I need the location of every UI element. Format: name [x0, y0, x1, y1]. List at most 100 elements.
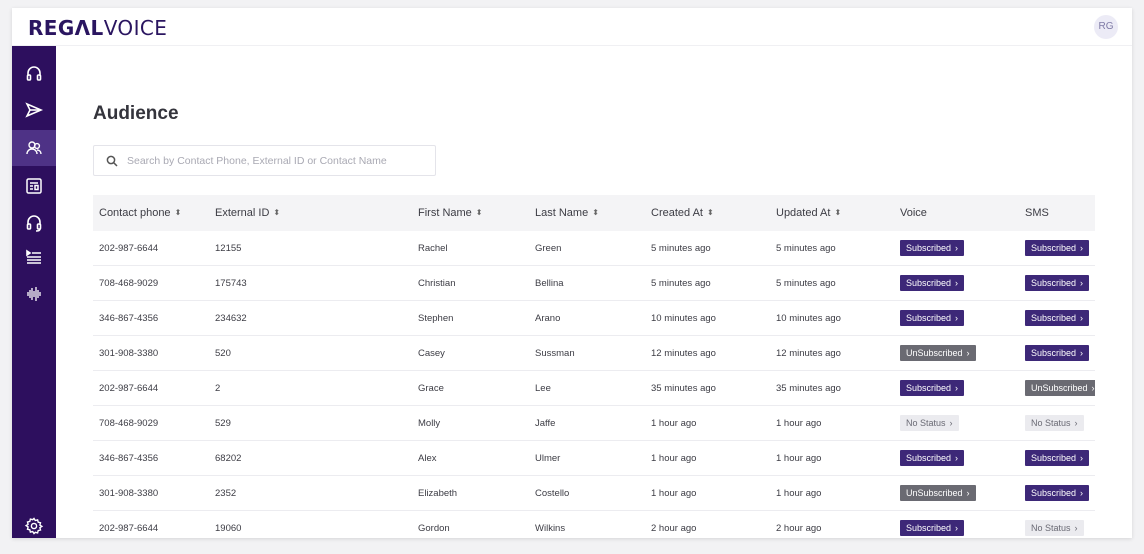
cell-sms: UnSubscribed › — [1025, 371, 1095, 406]
cell-updated-at: 1 hour ago — [776, 488, 822, 499]
table-row[interactable]: 708-468-9029 175743 Christian Bellina 5 minu… — [93, 266, 1095, 301]
column-header-label: Updated At — [776, 207, 831, 219]
cell-sms: Subscribed › — [1025, 301, 1090, 336]
chevron-right-icon: › — [1080, 348, 1084, 359]
nav-audience[interactable] — [12, 130, 56, 166]
sms-status-badge[interactable]: Subscribed › — [1025, 275, 1090, 292]
chevron-right-icon: › — [1074, 523, 1078, 534]
cell-first-name: Alex — [418, 453, 437, 464]
cell-external-id: 520 — [215, 348, 231, 359]
cell-first-name: Grace — [418, 383, 444, 394]
sms-status-badge[interactable]: No Status › — [1025, 520, 1084, 537]
cell-contact-phone: 301-908-3380 — [99, 348, 159, 359]
column-header-label: Created At — [651, 207, 703, 219]
column-header-label: Last Name — [535, 207, 589, 219]
cell-last-name: Wilkins — [535, 523, 566, 534]
column-header-label: SMS — [1025, 207, 1049, 219]
column-header-label: First Name — [418, 207, 472, 219]
column-header-external-id[interactable]: External ID ⬍ — [215, 195, 280, 231]
nav-settings[interactable] — [12, 508, 56, 538]
sms-status-badge[interactable]: Subscribed › — [1025, 345, 1090, 362]
voice-status-badge[interactable]: UnSubscribed › — [900, 345, 976, 362]
voice-status-badge[interactable]: Subscribed › — [900, 310, 965, 327]
sort-icon[interactable]: ⬍ — [175, 195, 182, 231]
column-header-first-name[interactable]: First Name ⬍ — [418, 195, 482, 231]
sms-status-badge[interactable]: Subscribed › — [1025, 310, 1090, 327]
cell-sms: Subscribed › — [1025, 441, 1090, 476]
table-row[interactable]: 202-987-6644 2 Grace Lee 35 minutes ago 35 mi… — [93, 371, 1095, 406]
cell-updated-at: 2 hour ago — [776, 523, 822, 534]
sms-status-badge[interactable]: No Status › — [1025, 415, 1084, 432]
logo-part-2: VOICE — [103, 16, 168, 40]
sidebar — [12, 46, 56, 538]
column-header-created-at[interactable]: Created At ⬍ — [651, 195, 714, 231]
cell-created-at: 1 hour ago — [651, 418, 697, 429]
table-row[interactable]: 301-908-3380 2352 Elizabeth Costello 1 hour … — [93, 476, 1095, 511]
column-header-voice: Voice — [900, 195, 927, 231]
nav-recordings[interactable] — [12, 276, 56, 312]
search-input[interactable] — [127, 154, 417, 167]
sort-icon[interactable]: ⬍ — [592, 195, 599, 231]
table-row[interactable]: 202-987-6644 19060 Gordon Wilkins 2 hour ago… — [93, 511, 1095, 538]
cell-created-at: 12 minutes ago — [651, 348, 716, 359]
nav-headset[interactable] — [12, 56, 56, 92]
cell-external-id: 529 — [215, 418, 231, 429]
nav-agents[interactable] — [12, 205, 56, 241]
cell-last-name: Ulmer — [535, 453, 561, 464]
search-box[interactable] — [93, 145, 436, 176]
cell-updated-at: 1 hour ago — [776, 453, 822, 464]
cell-contact-phone: 202-987-6644 — [99, 383, 159, 394]
nav-campaigns[interactable] — [12, 92, 56, 128]
voice-status-badge[interactable]: UnSubscribed › — [900, 485, 976, 502]
queue-list-icon — [26, 249, 41, 264]
sort-icon[interactable]: ⬍ — [273, 195, 280, 231]
sms-status-badge[interactable]: Subscribed › — [1025, 240, 1090, 257]
cell-created-at: 5 minutes ago — [651, 243, 711, 254]
chevron-right-icon: › — [955, 243, 959, 254]
cell-voice: Subscribed › — [900, 266, 965, 301]
column-header-sms: SMS — [1025, 195, 1049, 231]
column-header-updated-at[interactable]: Updated At ⬍ — [776, 195, 841, 231]
voice-status-badge[interactable]: Subscribed › — [900, 380, 965, 397]
cell-contact-phone: 202-987-6644 — [99, 243, 159, 254]
search-icon — [106, 155, 118, 167]
user-avatar[interactable]: RG — [1094, 15, 1118, 39]
chevron-right-icon: › — [1080, 313, 1084, 324]
cell-first-name: Stephen — [418, 313, 454, 324]
nav-queues[interactable] — [12, 239, 56, 275]
cell-external-id: 2352 — [215, 488, 237, 499]
status-badge-label: No Status — [1031, 418, 1071, 429]
cell-updated-at: 10 minutes ago — [776, 313, 841, 324]
cell-contact-phone: 301-908-3380 — [99, 488, 159, 499]
sort-icon[interactable]: ⬍ — [476, 195, 483, 231]
table-row[interactable]: 708-468-9029 529 Molly Jaffe 1 hour ago 1 hou… — [93, 406, 1095, 441]
voice-status-badge[interactable]: Subscribed › — [900, 450, 965, 467]
voice-status-badge[interactable]: No Status › — [900, 415, 959, 432]
main-content: Audience Contact phone⬍External ID⬍First… — [56, 46, 1132, 538]
cell-external-id: 12155 — [215, 243, 242, 254]
sms-status-badge[interactable]: Subscribed › — [1025, 450, 1090, 467]
voice-status-badge[interactable]: Subscribed › — [900, 240, 965, 257]
nav-contacts[interactable] — [12, 168, 56, 204]
regalvoice-logo[interactable]: REGΛLVOICE — [28, 16, 167, 40]
column-header-last-name[interactable]: Last Name ⬍ — [535, 195, 599, 231]
status-badge-label: UnSubscribed — [1031, 383, 1088, 394]
sms-status-badge[interactable]: UnSubscribed › — [1025, 380, 1095, 397]
cell-last-name: Jaffe — [535, 418, 556, 429]
cell-updated-at: 35 minutes ago — [776, 383, 841, 394]
sort-icon[interactable]: ⬍ — [834, 195, 841, 231]
table-row[interactable]: 301-908-3380 520 Casey Sussman 12 minutes ag… — [93, 336, 1095, 371]
cell-voice: Subscribed › — [900, 441, 965, 476]
table-row[interactable]: 346-867-4356 234632 Stephen Arano 10 minutes… — [93, 301, 1095, 336]
table-row[interactable]: 346-867-4356 68202 Alex Ulmer 1 hour ago 1 ho… — [93, 441, 1095, 476]
cell-voice: UnSubscribed › — [900, 336, 976, 371]
column-header-contact-phone[interactable]: Contact phone ⬍ — [99, 195, 181, 231]
voice-status-badge[interactable]: Subscribed › — [900, 520, 965, 537]
chevron-right-icon: › — [955, 313, 959, 324]
table-row[interactable]: 202-987-6644 12155 Rachel Green 5 minutes ag… — [93, 231, 1095, 266]
status-badge-label: Subscribed — [906, 383, 952, 394]
sort-icon[interactable]: ⬍ — [707, 195, 714, 231]
voice-status-badge[interactable]: Subscribed › — [900, 275, 965, 292]
cell-first-name: Gordon — [418, 523, 450, 534]
sms-status-badge[interactable]: Subscribed › — [1025, 485, 1090, 502]
